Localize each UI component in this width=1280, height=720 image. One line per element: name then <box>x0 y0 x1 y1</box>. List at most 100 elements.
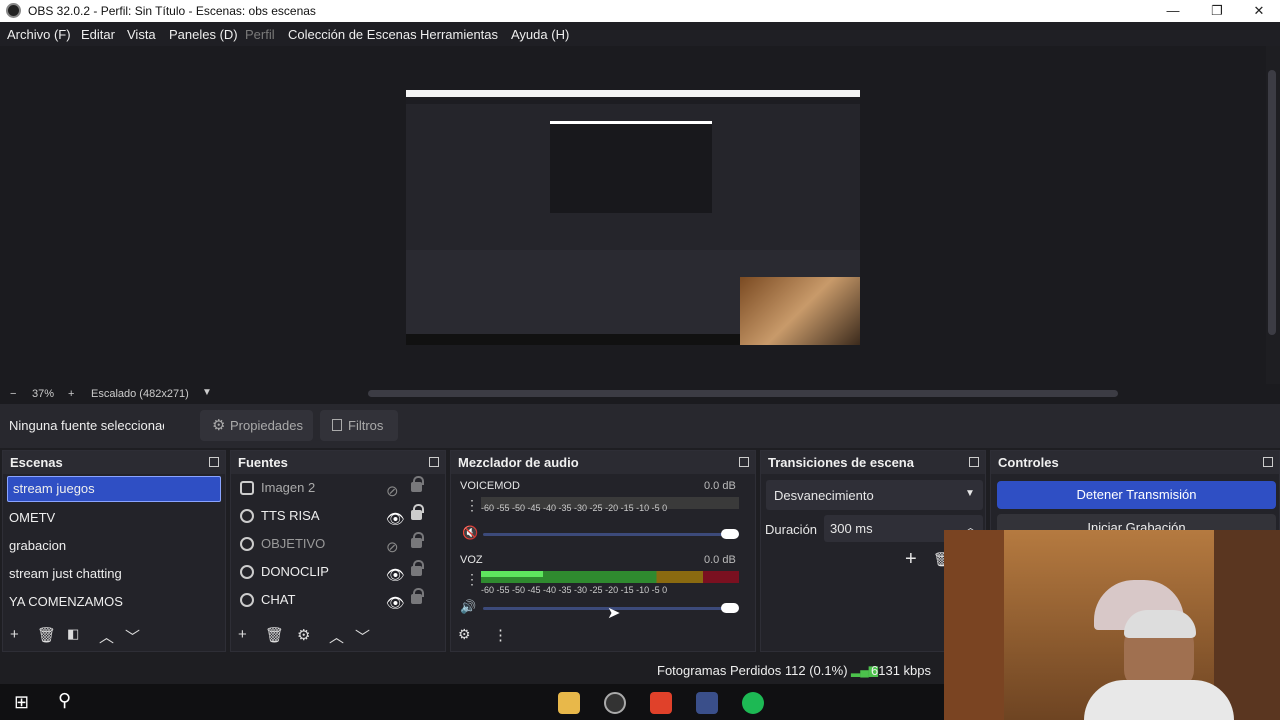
scene-item[interactable]: stream juegos <box>7 476 221 502</box>
transitions-title: Transiciones de escena <box>768 455 914 470</box>
source-item[interactable]: Imagen 2 ⊘ <box>231 474 445 502</box>
image-icon <box>240 481 254 495</box>
unlock-icon[interactable] <box>411 588 424 604</box>
zoom-level: 37% <box>32 388 55 400</box>
webcam-cap <box>1124 610 1196 638</box>
menu-bar: Archivo (F) Editar Vista Paneles (D) Per… <box>0 22 1280 46</box>
preview-vertical-scrollbar[interactable] <box>1268 70 1276 335</box>
channel-db: 0.0 dB <box>704 480 736 492</box>
obs-taskbar-icon[interactable] <box>604 692 626 714</box>
preview-webcam-image <box>740 277 860 345</box>
kebab-menu-icon[interactable]: ⋮ <box>465 571 479 588</box>
window-titlebar: OBS 32.0.2 - Perfil: Sin Título - Escena… <box>0 0 1280 22</box>
controls-title: Controles <box>998 455 1059 470</box>
undock-icon[interactable] <box>1263 457 1273 467</box>
controls-header: Controles <box>991 451 1279 474</box>
lock-icon[interactable] <box>411 504 424 520</box>
unlock-icon[interactable] <box>411 532 424 548</box>
brave-browser-icon[interactable] <box>650 692 672 714</box>
filters-button[interactable]: Filtros <box>320 410 398 441</box>
source-item[interactable]: TTS RISA 👁 <box>231 502 445 530</box>
speaker-muted-icon[interactable]: 🔇 <box>462 525 478 541</box>
undock-icon[interactable] <box>429 457 439 467</box>
browser-icon <box>240 565 254 579</box>
gear-icon[interactable]: ⚙ <box>297 626 310 644</box>
volume-slider[interactable] <box>483 533 739 536</box>
add-source-icon[interactable]: + <box>238 626 247 643</box>
trash-icon[interactable]: 🗑 <box>265 626 284 644</box>
menu-paneles[interactable]: Paneles (D) <box>169 27 238 42</box>
maximize-button[interactable]: ❐ <box>1194 0 1240 22</box>
volume-slider-handle[interactable] <box>721 603 739 613</box>
trash-icon[interactable]: 🗑 <box>37 626 56 644</box>
advanced-audio-icon[interactable]: ⚙ <box>458 626 471 643</box>
source-label: CHAT <box>261 592 296 607</box>
scene-item[interactable]: OMETV <box>3 504 225 532</box>
scene-item[interactable]: grabacion <box>3 532 225 560</box>
menu-archivo[interactable]: Archivo (F) <box>7 27 71 42</box>
add-transition-icon[interactable]: + <box>905 548 917 571</box>
windows-start-icon[interactable]: ⊞ <box>14 692 29 713</box>
undock-icon[interactable] <box>209 457 219 467</box>
zoom-out-button[interactable]: − <box>10 388 16 400</box>
chevron-up-icon[interactable]: ︿ <box>99 626 114 647</box>
menu-ayuda[interactable]: Ayuda (H) <box>511 27 569 42</box>
browser-icon <box>240 593 254 607</box>
minimize-button[interactable]: — <box>1150 0 1196 22</box>
webcam-shirt <box>1084 680 1234 720</box>
menu-coleccion-escenas[interactable]: Colección de Escenas <box>288 27 417 42</box>
mixer-title: Mezclador de audio <box>458 455 579 470</box>
kebab-menu-icon[interactable]: ⋮ <box>493 626 508 644</box>
duration-value: 300 ms <box>830 521 873 536</box>
file-explorer-icon[interactable] <box>558 692 580 714</box>
no-source-selected-label: Ninguna fuente seleccionad <box>9 418 164 433</box>
source-item[interactable]: DONOCLIP 👁 <box>231 558 445 586</box>
eye-icon[interactable]: 👁 <box>386 590 405 618</box>
davinci-resolve-icon[interactable] <box>696 692 718 714</box>
add-scene-icon[interactable]: + <box>10 626 19 643</box>
menu-perfil[interactable]: Perfil <box>245 27 275 42</box>
menu-editar[interactable]: Editar <box>81 27 115 42</box>
program-preview[interactable] <box>406 90 860 345</box>
obs-logo-icon <box>6 3 21 18</box>
webcam-door <box>944 530 1004 720</box>
dropped-frames: Fotogramas Perdidos 112 (0.1%) <box>657 663 848 678</box>
transition-value: Desvanecimiento <box>774 488 874 503</box>
chevron-up-icon[interactable]: ︿ <box>329 626 344 647</box>
speaker-icon[interactable]: 🔊 <box>460 599 476 615</box>
stop-streaming-button[interactable]: Detener Transmisión <box>997 481 1276 509</box>
close-button[interactable]: ✕ <box>1236 0 1280 22</box>
scene-item[interactable]: stream just chatting <box>3 560 225 588</box>
channel-name: VOICEMOD <box>460 480 520 492</box>
preview-horizontal-scrollbar[interactable] <box>368 390 1118 397</box>
transition-select[interactable]: Desvanecimiento ▼ <box>766 480 983 510</box>
zoom-in-button[interactable]: + <box>68 388 74 400</box>
source-item[interactable]: CHAT 👁 <box>231 586 445 614</box>
browser-icon <box>240 537 254 551</box>
spotify-icon[interactable] <box>742 692 764 714</box>
scale-dropdown-icon[interactable]: ▼ <box>202 387 212 398</box>
volume-level <box>481 571 543 577</box>
volume-slider-handle[interactable] <box>721 529 739 539</box>
undock-icon[interactable] <box>969 457 979 467</box>
kebab-menu-icon[interactable]: ⋮ <box>465 497 479 514</box>
chevron-down-icon[interactable]: ﹀ <box>125 626 140 647</box>
search-icon[interactable]: ⚲ <box>58 690 71 711</box>
unlock-icon[interactable] <box>411 476 424 492</box>
source-item[interactable]: OBJETIVO ⊘ <box>231 530 445 558</box>
scene-item[interactable]: YA COMENZAMOS <box>3 588 225 616</box>
menu-vista[interactable]: Vista <box>127 27 156 42</box>
chevron-down-icon: ▼ <box>965 488 975 499</box>
properties-button[interactable]: ⚙ Propiedades <box>200 410 313 441</box>
audio-mixer-dock: Mezclador de audio VOICEMOD 0.0 dB ⋮ -60… <box>450 450 756 652</box>
scene-filters-icon[interactable]: ◧ <box>67 626 79 642</box>
menu-herramientas[interactable]: Herramientas <box>420 27 498 42</box>
undock-icon[interactable] <box>739 457 749 467</box>
source-label: DONOCLIP <box>261 564 329 579</box>
mouse-cursor: ➤ <box>607 605 621 622</box>
scale-mode: Escalado (482x271) <box>91 388 189 400</box>
unlock-icon[interactable] <box>411 560 424 576</box>
sources-footer: + 🗑 ⚙ ︿ ﹀ <box>231 621 445 651</box>
chevron-down-icon[interactable]: ﹀ <box>355 626 370 647</box>
source-label: Imagen 2 <box>261 480 316 495</box>
